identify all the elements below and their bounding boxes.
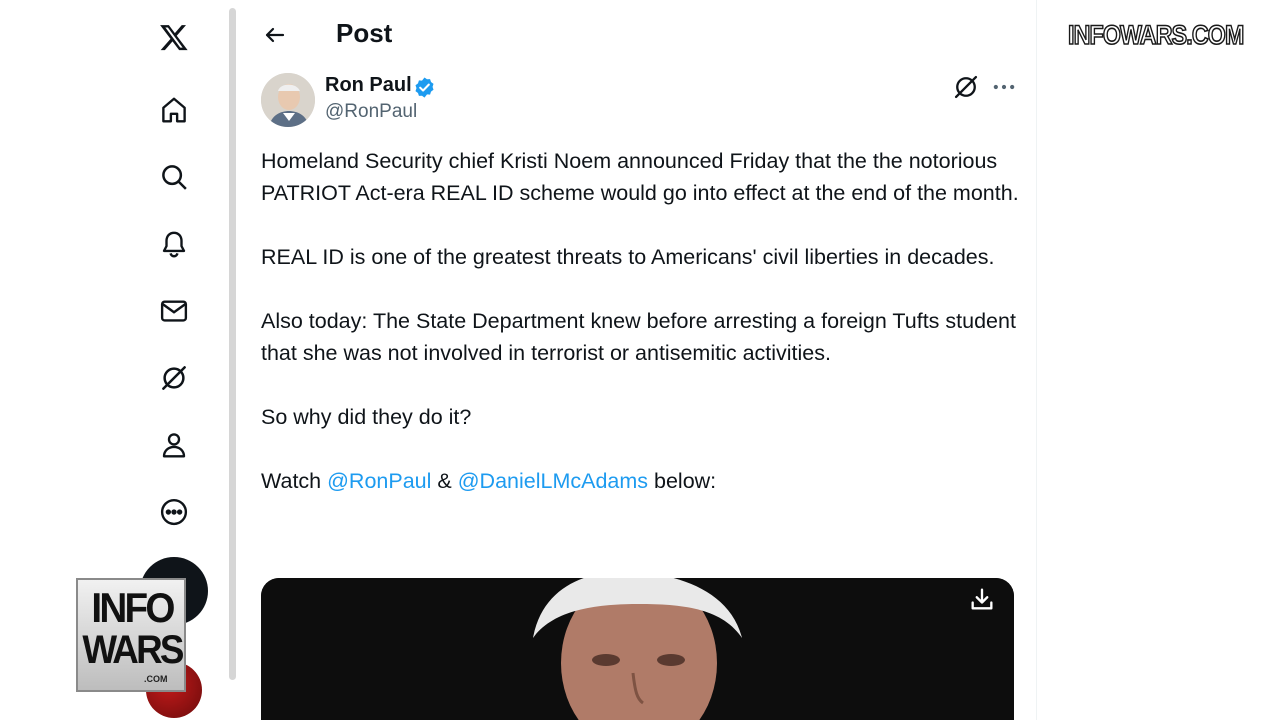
watermark-site: INFOWARS.COM — [1067, 19, 1245, 51]
watermark-logo-line: WARS — [82, 628, 184, 672]
search-icon[interactable] — [154, 157, 194, 197]
watermark-logo-line: INFO — [91, 584, 175, 631]
author-name[interactable]: Ron Paul — [325, 74, 412, 97]
messages-icon[interactable] — [154, 291, 194, 331]
back-arrow-icon — [265, 27, 285, 43]
page-title: Post — [336, 18, 393, 48]
watermark-logo: INFO WARS .COM — [76, 578, 186, 696]
ampersand: & — [431, 469, 458, 493]
watermark-logo-line: .COM — [144, 674, 168, 684]
more-options-icon[interactable] — [154, 492, 194, 532]
back-button[interactable] — [258, 18, 292, 52]
watch-prefix: Watch — [261, 469, 328, 493]
post-paragraph: Also today: The State Department knew be… — [261, 309, 1016, 365]
mention-link[interactable]: @DanielLMcAdams — [458, 469, 648, 493]
post-paragraph: REAL ID is one of the greatest threats t… — [261, 245, 995, 269]
scrollbar-thumb[interactable] — [229, 8, 236, 680]
column-divider — [1036, 0, 1037, 720]
post-paragraph: So why did they do it? — [261, 405, 472, 429]
grok-icon[interactable] — [154, 358, 194, 398]
watch-suffix: below: — [648, 469, 717, 493]
download-icon[interactable] — [968, 585, 996, 613]
notifications-icon[interactable] — [154, 224, 194, 264]
avatar[interactable] — [261, 73, 315, 127]
mention-link[interactable]: @RonPaul — [327, 469, 431, 493]
x-logo-icon[interactable] — [154, 17, 194, 57]
author-handle[interactable]: @RonPaul — [325, 101, 417, 123]
verified-badge-icon — [415, 77, 434, 98]
post-paragraph: Homeland Security chief Kristi Noem anno… — [261, 149, 1019, 205]
video-player[interactable] — [261, 578, 1014, 720]
post-header: Post — [244, 0, 1036, 68]
more-icon[interactable] — [990, 73, 1018, 101]
home-icon[interactable] — [154, 90, 194, 130]
grok-icon[interactable] — [952, 73, 980, 101]
profile-icon[interactable] — [154, 425, 194, 465]
post-text: Homeland Security chief Kristi Noem anno… — [261, 145, 1021, 497]
watch-line: Watch @RonPaul & @DanielLMcAdams below: — [261, 465, 1021, 497]
